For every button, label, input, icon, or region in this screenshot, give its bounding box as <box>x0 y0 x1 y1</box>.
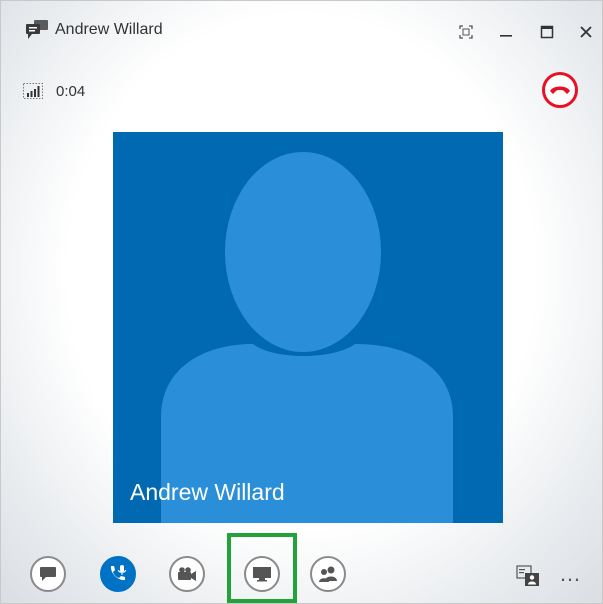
window-title: Andrew Willard <box>55 21 163 38</box>
chat-icon <box>40 567 56 581</box>
fullscreen-icon <box>459 25 473 39</box>
audio-button[interactable] <box>100 556 136 592</box>
minimize-icon <box>500 35 512 37</box>
hangup-button[interactable] <box>542 72 578 108</box>
participant-name: Andrew Willard <box>130 479 285 505</box>
phone-hangup-icon <box>550 86 570 94</box>
maximize-button[interactable] <box>536 21 558 43</box>
layout-button[interactable] <box>516 565 540 587</box>
participants-button[interactable] <box>310 556 346 592</box>
present-highlight-box <box>227 533 297 603</box>
title-bar: Andrew Willard <box>1 1 602 63</box>
close-icon <box>580 26 592 38</box>
fullscreen-button[interactable] <box>455 21 477 43</box>
phone-mic-icon <box>110 565 127 581</box>
call-duration: 0:04 <box>56 83 86 100</box>
video-button[interactable] <box>169 556 205 592</box>
video-camera-icon <box>178 567 196 581</box>
signal-bars-icon[interactable] <box>23 83 43 99</box>
maximize-icon <box>540 25 554 39</box>
more-options-button[interactable]: … <box>559 561 582 587</box>
chat-bubble-icon <box>25 19 49 41</box>
contact-card-icon <box>516 565 539 586</box>
people-icon <box>319 566 337 582</box>
minimize-button[interactable] <box>495 21 517 43</box>
close-button[interactable] <box>575 21 597 43</box>
avatar-silhouette-icon <box>161 152 453 523</box>
participant-video-tile: Andrew Willard <box>113 132 503 523</box>
conversation-window: Andrew Willard 0:04 Andrew Willard … <box>0 0 603 604</box>
im-button[interactable] <box>30 556 66 592</box>
